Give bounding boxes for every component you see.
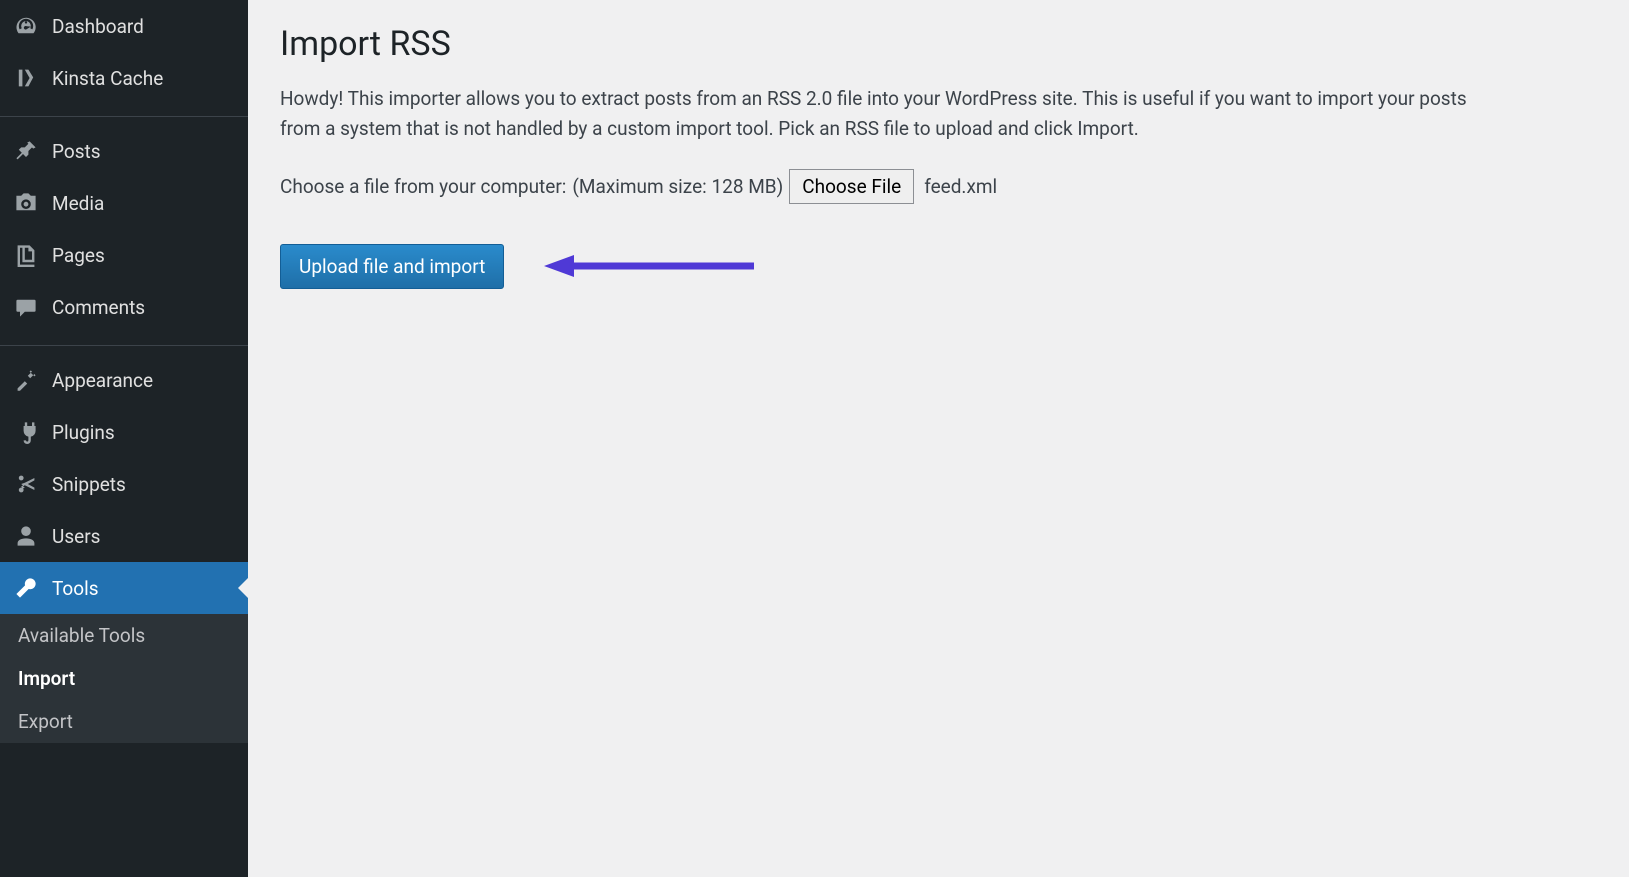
pushpin-icon	[12, 137, 40, 165]
sidebar-item-posts[interactable]: Posts	[0, 125, 248, 177]
sidebar-item-label: Appearance	[52, 369, 153, 392]
sidebar-item-label: Users	[52, 525, 100, 548]
sidebar-item-tools[interactable]: Tools	[0, 562, 248, 614]
submit-row: Upload file and import	[280, 244, 1597, 289]
sidebar-item-users[interactable]: Users	[0, 510, 248, 562]
sidebar-item-label: Comments	[52, 296, 145, 319]
choose-file-button[interactable]: Choose File	[789, 169, 914, 204]
submenu-item-import[interactable]: Import	[0, 657, 248, 700]
dashboard-icon	[12, 12, 40, 40]
sidebar-item-label: Plugins	[52, 421, 115, 444]
sidebar-item-kinsta-cache[interactable]: Kinsta Cache	[0, 52, 248, 104]
appearance-icon	[12, 366, 40, 394]
upload-import-button[interactable]: Upload file and import	[280, 244, 504, 289]
sidebar-item-media[interactable]: Media	[0, 177, 248, 229]
file-upload-row: Choose a file from your computer: (Maxim…	[280, 169, 1597, 204]
sidebar-item-label: Dashboard	[52, 15, 144, 38]
kinsta-icon	[12, 64, 40, 92]
sidebar-item-comments[interactable]: Comments	[0, 281, 248, 333]
menu-separator	[0, 341, 248, 346]
submenu-item-export[interactable]: Export	[0, 700, 248, 743]
media-icon	[12, 189, 40, 217]
submenu-item-available-tools[interactable]: Available Tools	[0, 614, 248, 657]
sidebar-item-label: Tools	[52, 577, 99, 600]
page-title: Import RSS	[280, 24, 1597, 64]
snippets-icon	[12, 470, 40, 498]
comments-icon	[12, 293, 40, 321]
admin-sidebar: Dashboard Kinsta Cache Posts Media Pages…	[0, 0, 248, 877]
sidebar-item-dashboard[interactable]: Dashboard	[0, 0, 248, 52]
submenu-item-label: Import	[18, 667, 75, 690]
sidebar-item-snippets[interactable]: Snippets	[0, 458, 248, 510]
sidebar-item-appearance[interactable]: Appearance	[0, 354, 248, 406]
sidebar-item-label: Kinsta Cache	[52, 67, 163, 90]
sidebar-item-label: Posts	[52, 140, 101, 163]
selected-filename: feed.xml	[924, 175, 997, 198]
sidebar-item-plugins[interactable]: Plugins	[0, 406, 248, 458]
menu-separator	[0, 112, 248, 117]
file-label: Choose a file from your computer:	[280, 175, 566, 198]
arrow-annotation-icon	[544, 252, 754, 280]
pages-icon	[12, 241, 40, 269]
tools-icon	[12, 574, 40, 602]
submenu-item-label: Available Tools	[18, 624, 145, 647]
sidebar-item-pages[interactable]: Pages	[0, 229, 248, 281]
users-icon	[12, 522, 40, 550]
sidebar-item-label: Media	[52, 192, 104, 215]
sidebar-item-label: Snippets	[52, 473, 126, 496]
main-content: Import RSS Howdy! This importer allows y…	[248, 0, 1629, 877]
sidebar-item-label: Pages	[52, 244, 105, 267]
submenu-item-label: Export	[18, 710, 73, 733]
plugins-icon	[12, 418, 40, 446]
page-description: Howdy! This importer allows you to extra…	[280, 84, 1480, 145]
tools-submenu: Available Tools Import Export	[0, 614, 248, 743]
max-size-text: (Maximum size: 128 MB)	[572, 175, 783, 198]
